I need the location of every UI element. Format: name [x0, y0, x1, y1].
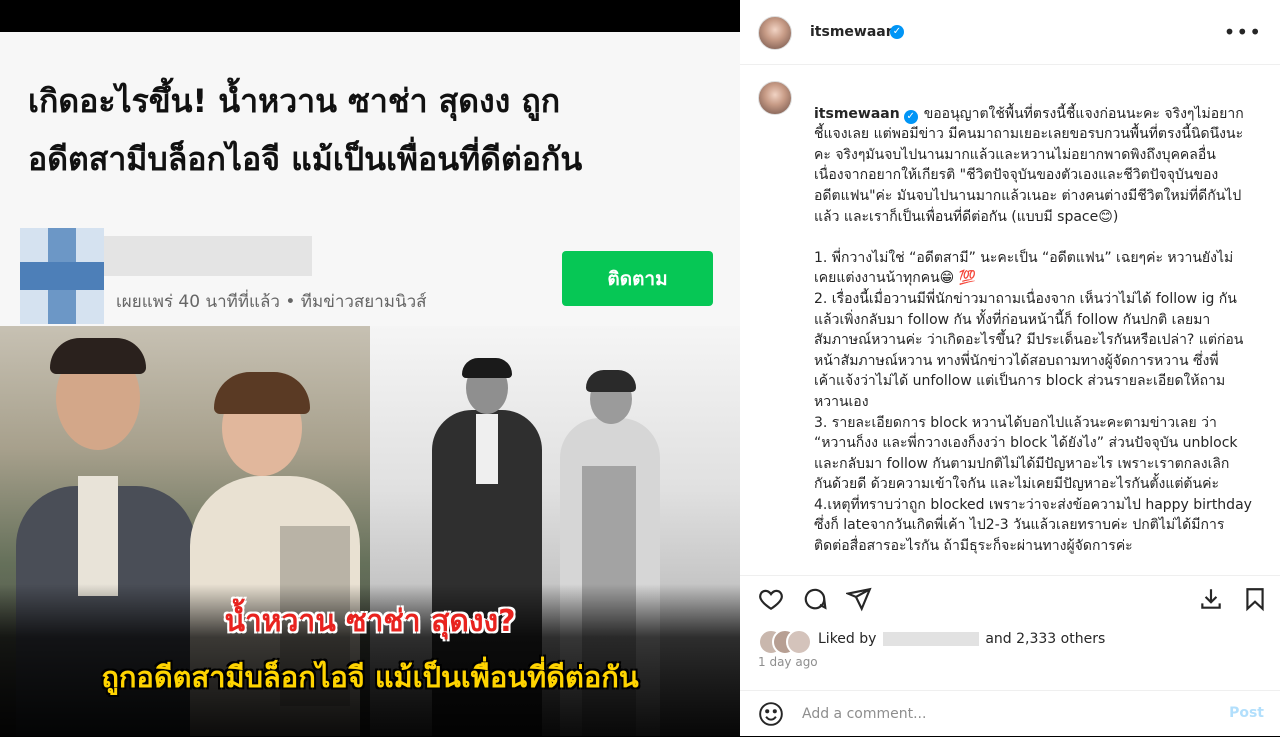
article-headline: เกิดอะไรขึ้น! น้ำหวาน ซาช่า สุดงง ถูก อด…	[28, 82, 583, 178]
publisher-avatar-blurred	[20, 228, 104, 324]
post-timestamp[interactable]: 1 day ago	[758, 655, 818, 669]
post-caption: itsmewaan ✓ ขออนุญาตใช้พื้นที่ตรงนี้ชี้แจง…	[814, 83, 1254, 575]
emoji-icon[interactable]	[758, 701, 784, 727]
caption-section: itsmewaan ✓ ขออนุญาตใช้พื้นที่ตรงนี้ชี้แจง…	[740, 65, 1280, 575]
post-comment-button[interactable]: Post	[1229, 705, 1264, 721]
verified-badge-icon: ✓	[890, 25, 904, 39]
profile-avatar[interactable]	[758, 16, 792, 50]
follow-button[interactable]: ติดตาม	[562, 251, 713, 306]
news-article-card: เกิดอะไรขึ้น! น้ำหวาน ซาช่า สุดงง ถูก อด…	[0, 32, 740, 326]
heart-icon[interactable]	[758, 586, 784, 612]
image-caption-title: น้ำหวาน ซาช่า สุดงง?	[224, 604, 516, 639]
post-header: itsmewaan ✓ •••	[740, 0, 1280, 65]
caption-avatar[interactable]	[758, 81, 792, 115]
liked-by-username-blurred[interactable]	[882, 632, 979, 646]
share-icon[interactable]	[846, 586, 872, 612]
likes-count[interactable]: and 2,333 others	[985, 631, 1105, 647]
image-caption-subtitle: ถูกอดีตสามีบล็อกไอจี แม้เป็นเพื่อนที่ดีต…	[101, 660, 639, 694]
article-meta: เผยแพร่ 40 นาทีที่แล้ว • ทีมข่าวสยามนิวส…	[116, 292, 427, 312]
add-comment-bar: Post	[740, 690, 1280, 737]
post-actions	[740, 575, 1280, 626]
download-icon[interactable]	[1198, 586, 1224, 612]
liked-by-prefix: Liked by	[818, 631, 877, 647]
bookmark-icon[interactable]	[1242, 586, 1268, 612]
likes-summary[interactable]: Liked by and 2,333 others	[818, 631, 1105, 647]
header-username[interactable]: itsmewaan	[810, 24, 896, 40]
caption-username[interactable]: itsmewaan	[814, 106, 900, 122]
caption-verified-icon: ✓	[903, 109, 918, 124]
comment-icon[interactable]	[802, 586, 828, 612]
publisher-name-blurred	[104, 236, 312, 276]
article-photos: น้ำหวาน ซาช่า สุดงง? ถูกอดีตสามีบล็อกไอจ…	[0, 326, 740, 736]
post-details-panel: itsmewaan ✓ ••• itsmewaan ✓ ขออนุญาตใช้พื้…	[740, 0, 1280, 736]
liked-by-avatars[interactable]	[758, 629, 812, 655]
caption-text: ขออนุญาตใช้พื้นที่ตรงนี้ชี้แจงก่อนนะคะ จ…	[814, 105, 1252, 555]
post-media[interactable]: เกิดอะไรขึ้น! น้ำหวาน ซาช่า สุดงง ถูก อด…	[0, 0, 740, 736]
more-options-icon[interactable]: •••	[1224, 20, 1262, 44]
comment-input[interactable]	[800, 702, 1204, 726]
instagram-post-viewer: เกิดอะไรขึ้น! น้ำหวาน ซาช่า สุดงง ถูก อด…	[0, 0, 1280, 736]
